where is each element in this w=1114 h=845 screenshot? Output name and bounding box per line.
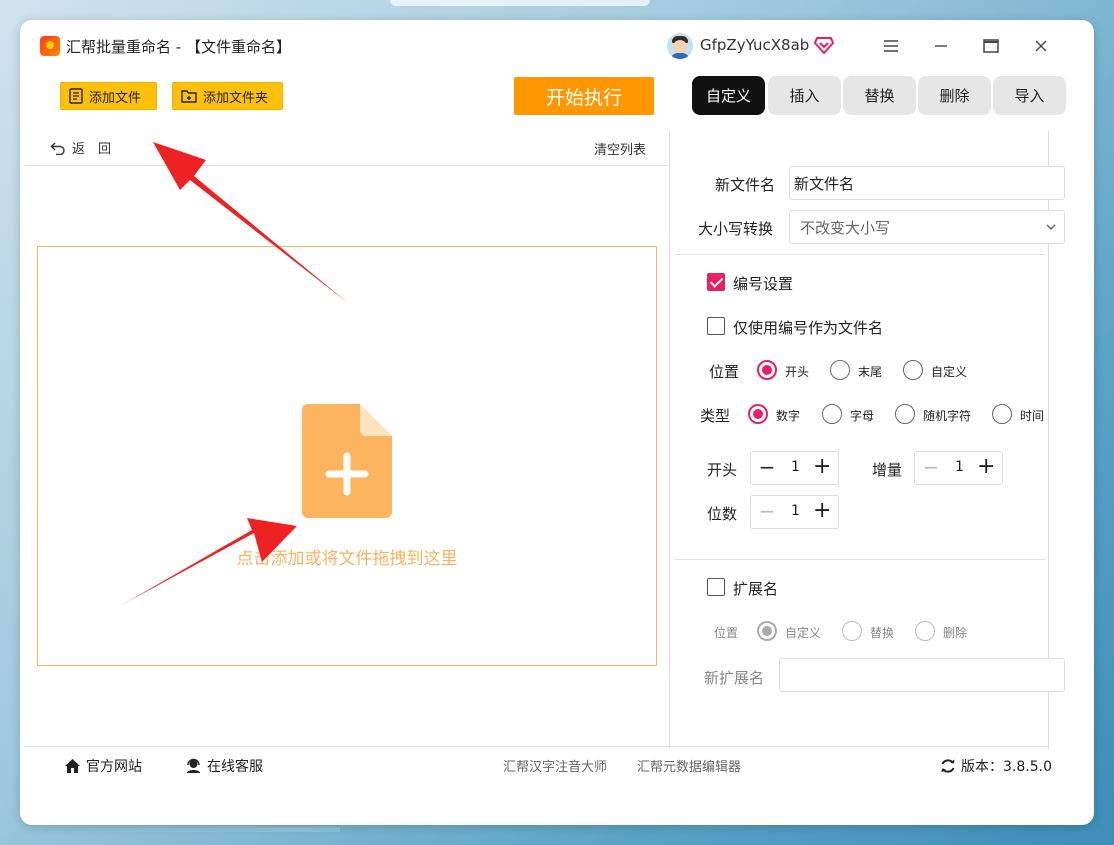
chevron-down-icon	[1046, 224, 1056, 231]
digits-label: 位数	[707, 505, 738, 523]
menu-icon[interactable]	[876, 32, 906, 60]
new-ext-label: 新扩展名	[704, 669, 765, 687]
website-link[interactable]: 官方网站	[64, 756, 142, 776]
start-button[interactable]: 开始执行	[514, 77, 654, 115]
add-file-icon[interactable]	[302, 404, 392, 518]
new-name-label: 新文件名	[715, 176, 776, 194]
type-number-label: 数字	[776, 409, 801, 423]
app-title: 汇帮批量重命名 - 【文件重命名】	[66, 38, 291, 56]
ext-delete-label: 删除	[943, 626, 968, 640]
start-value[interactable]: 1	[781, 459, 810, 475]
position-label: 位置	[709, 363, 740, 381]
extension-checkbox[interactable]	[707, 578, 725, 596]
only-number-checkbox[interactable]	[707, 317, 725, 335]
increment-button[interactable]: +	[813, 500, 831, 522]
increment-label: 增量	[872, 461, 903, 479]
ext-custom-label: 自定义	[785, 626, 822, 640]
type-time-label: 时间	[1020, 409, 1045, 423]
ext-custom-radio[interactable]	[757, 621, 777, 641]
type-letter-radio[interactable]	[822, 404, 842, 424]
only-number-label: 仅使用编号作为文件名	[733, 319, 884, 337]
list-header-divider	[25, 165, 668, 166]
add-folder-button[interactable]: 添加文件夹	[172, 82, 283, 110]
username[interactable]: GfpZyYucX8ab	[700, 36, 809, 54]
numbering-label: 编号设置	[733, 275, 794, 293]
position-start-label: 开头	[785, 365, 810, 379]
type-number-radio[interactable]	[748, 404, 768, 424]
add-folder-icon	[181, 90, 197, 103]
support-label: 在线客服	[207, 759, 263, 775]
decrement-button[interactable]: −	[758, 501, 776, 522]
decrement-button[interactable]: −	[758, 457, 776, 478]
increment-button[interactable]: +	[977, 456, 995, 478]
tab-delete[interactable]: 删除	[918, 76, 991, 115]
maximize-icon[interactable]	[976, 32, 1006, 60]
version-label: 版本：3.8.5.0	[961, 759, 1052, 775]
position-start-radio[interactable]	[757, 360, 777, 380]
drop-hint-text[interactable]: 点击添加或将文件拖拽到这里	[0, 544, 694, 569]
user-avatar[interactable]	[667, 33, 693, 59]
support-link[interactable]: 在线客服	[185, 756, 263, 776]
add-file-button[interactable]: 添加文件	[60, 82, 157, 110]
undo-arrow-icon	[50, 142, 65, 155]
tab-import[interactable]: 导入	[993, 76, 1066, 115]
new-name-input[interactable]: 新文件名	[789, 166, 1065, 200]
website-label: 官方网站	[86, 759, 142, 775]
tab-custom[interactable]: 自定义	[692, 76, 765, 115]
position-end-label: 末尾	[858, 365, 883, 379]
extension-label: 扩展名	[733, 580, 779, 598]
panel-divider	[669, 131, 670, 749]
case-label: 大小写转换	[698, 220, 774, 238]
tab-replace[interactable]: 替换	[843, 76, 916, 115]
type-letter-label: 字母	[850, 409, 875, 423]
clear-list-button[interactable]: 清空列表	[594, 139, 646, 158]
app-logo-icon	[40, 36, 60, 56]
background-line	[45, 827, 340, 832]
type-random-label: 随机字符	[923, 409, 972, 423]
headset-icon	[187, 758, 200, 773]
add-file-label: 添加文件	[89, 90, 142, 106]
position-custom-radio[interactable]	[903, 360, 923, 380]
type-time-radio[interactable]	[992, 404, 1012, 424]
file-list-icon	[69, 88, 83, 104]
vip-diamond-icon[interactable]	[814, 36, 834, 54]
type-random-radio[interactable]	[895, 404, 915, 424]
home-icon	[65, 759, 80, 773]
minimize-icon[interactable]	[926, 32, 956, 60]
position-custom-label: 自定义	[931, 365, 968, 379]
position-end-radio[interactable]	[830, 360, 850, 380]
add-folder-label: 添加文件夹	[203, 90, 269, 106]
increment-button[interactable]: +	[813, 456, 831, 478]
decrement-button[interactable]: −	[922, 457, 940, 478]
link-pinyin-master[interactable]: 汇帮汉字注音大师	[503, 756, 607, 775]
type-label: 类型	[700, 407, 731, 425]
link-metadata-editor[interactable]: 汇帮元数据编辑器	[637, 756, 741, 775]
back-label: 返 回	[72, 142, 112, 157]
footer-divider	[25, 746, 1049, 747]
tab-insert[interactable]: 插入	[768, 76, 841, 115]
case-select[interactable]: 不改变大小写	[789, 210, 1065, 244]
start-label: 开头	[707, 461, 738, 479]
start-stepper[interactable]: − 1 +	[750, 451, 839, 485]
back-button[interactable]: 返 回	[50, 138, 111, 157]
case-select-value: 不改变大小写	[800, 218, 891, 237]
version-info[interactable]: 版本：3.8.5.0	[940, 756, 1052, 776]
background-shape	[390, 0, 650, 6]
digits-value[interactable]: 1	[781, 503, 810, 519]
close-icon[interactable]	[1026, 32, 1056, 60]
ext-replace-radio[interactable]	[842, 621, 862, 641]
section-divider	[675, 559, 1045, 560]
ext-position-label: 位置	[714, 626, 739, 640]
numbering-checkbox[interactable]	[707, 273, 725, 291]
new-ext-input[interactable]	[779, 658, 1065, 692]
digits-stepper[interactable]: − 1 +	[750, 495, 839, 529]
refresh-icon	[941, 759, 955, 773]
increment-stepper[interactable]: − 1 +	[914, 451, 1003, 485]
ext-replace-label: 替换	[870, 626, 895, 640]
section-divider	[675, 254, 1045, 255]
ext-delete-radio[interactable]	[915, 621, 935, 641]
increment-value[interactable]: 1	[945, 459, 974, 475]
